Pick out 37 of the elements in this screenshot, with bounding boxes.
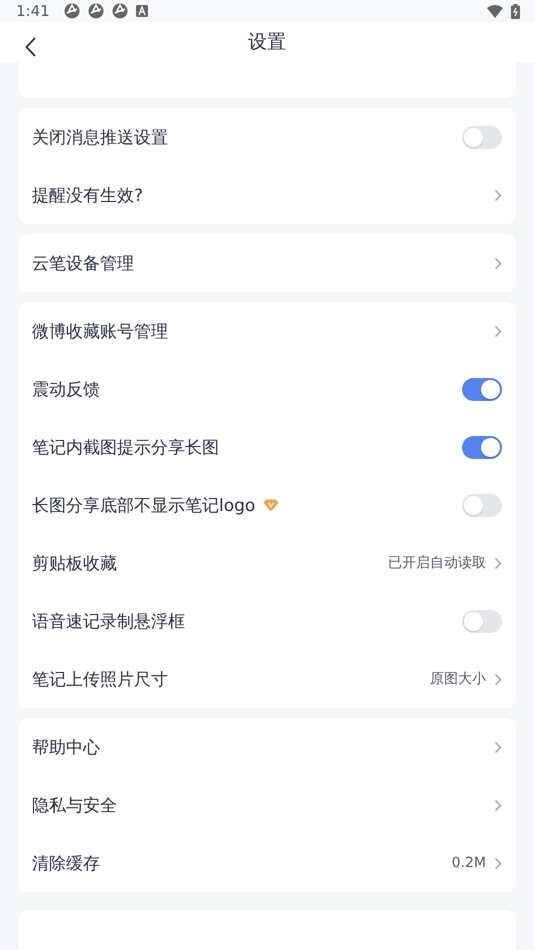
status-time: 1:41 xyxy=(16,2,50,20)
setting-label: 微博收藏账号管理 xyxy=(32,320,168,342)
setting-label: 清除缓存 xyxy=(32,852,100,874)
setting-value: 已开启自动读取 xyxy=(388,554,486,572)
setting-label: 帮助中心 xyxy=(32,736,100,758)
toggle-switch[interactable] xyxy=(462,126,502,148)
chevron-right-icon xyxy=(494,556,502,570)
chevron-right-icon xyxy=(494,188,502,202)
setting-label: 笔记上传照片尺寸 xyxy=(32,668,168,690)
setting-label: 笔记内截图提示分享长图 xyxy=(32,436,219,458)
chevron-right-icon xyxy=(494,856,502,870)
aperture-icon xyxy=(64,3,80,20)
setting-label: 长图分享底部不显示笔记logo xyxy=(32,494,256,516)
toggle-switch[interactable] xyxy=(462,610,502,632)
toggle-switch[interactable] xyxy=(462,378,502,400)
setting-label: 云笔设备管理 xyxy=(32,252,134,274)
setting-value: 原图大小 xyxy=(430,670,486,688)
toggle-switch[interactable] xyxy=(462,494,502,516)
setting-label: 震动反馈 xyxy=(32,378,100,400)
setting-value: 0.2M xyxy=(452,855,486,871)
aperture-icon xyxy=(112,3,128,20)
aperture-icon xyxy=(88,3,104,20)
chevron-right-icon xyxy=(494,256,502,270)
setting-label: 提醒没有生效? xyxy=(32,184,144,206)
chevron-right-icon xyxy=(494,672,502,686)
wifi-icon xyxy=(487,4,503,18)
toggle-switch[interactable] xyxy=(462,436,502,458)
chevron-right-icon xyxy=(494,324,502,338)
setting-label: 剪贴板收藏 xyxy=(32,552,117,574)
battery-icon xyxy=(511,4,520,19)
setting-label: 语音速记录制悬浮框 xyxy=(32,610,185,632)
setting-label: 隐私与安全 xyxy=(32,794,117,816)
setting-label: 关闭消息推送设置 xyxy=(32,126,168,148)
chevron-right-icon xyxy=(494,740,502,754)
chevron-right-icon xyxy=(494,798,502,812)
page-title: 设置 xyxy=(248,30,286,56)
keyboard-icon xyxy=(136,5,148,18)
